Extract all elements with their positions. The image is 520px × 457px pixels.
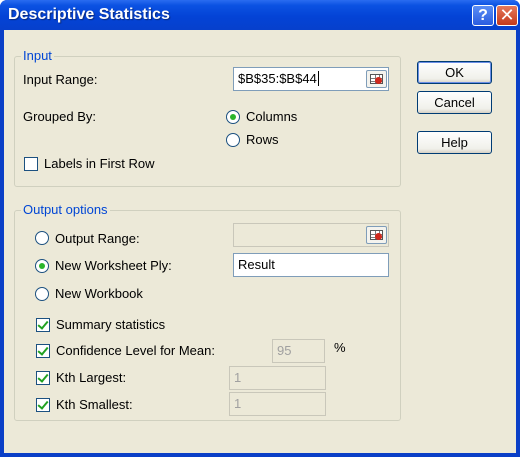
new-worksheet-label[interactable]: New Worksheet Ply: <box>55 258 172 273</box>
help-button[interactable]: Help <box>417 131 492 154</box>
ok-button[interactable]: OK <box>417 61 492 84</box>
confidence-level-checkbox[interactable] <box>36 344 50 358</box>
kth-smallest-checkbox[interactable] <box>36 398 50 412</box>
summary-statistics-label[interactable]: Summary statistics <box>56 317 165 332</box>
dialog-window: Descriptive Statistics ? ✕ Input Input R… <box>0 0 520 457</box>
new-worksheet-radio[interactable] <box>35 259 49 273</box>
kth-smallest-field[interactable]: 1 <box>229 392 326 416</box>
input-range-collapse-button[interactable] <box>366 70 387 88</box>
cancel-button[interactable]: Cancel <box>417 91 492 114</box>
kth-largest-field[interactable]: 1 <box>229 366 326 390</box>
input-range-label: Input Range: <box>23 72 98 87</box>
labels-first-row-label[interactable]: Labels in First Row <box>44 156 155 171</box>
output-range-label[interactable]: Output Range: <box>55 231 140 246</box>
title-bar[interactable]: Descriptive Statistics ? ✕ <box>0 0 520 30</box>
confidence-level-label[interactable]: Confidence Level for Mean: <box>56 343 215 358</box>
percent-label: % <box>334 340 346 355</box>
rows-radio[interactable] <box>226 133 240 147</box>
columns-radio-label[interactable]: Columns <box>246 109 297 124</box>
summary-statistics-checkbox[interactable] <box>36 318 50 332</box>
kth-largest-checkbox[interactable] <box>36 371 50 385</box>
dialog-title: Descriptive Statistics <box>8 6 170 23</box>
confidence-level-field[interactable]: 95 <box>272 339 325 363</box>
input-group-legend: Input <box>21 48 54 63</box>
input-range-value: $B$35:$B$44 <box>238 71 317 86</box>
kth-smallest-label[interactable]: Kth Smallest: <box>56 397 133 412</box>
grouped-by-label: Grouped By: <box>23 109 96 124</box>
new-workbook-radio[interactable] <box>35 287 49 301</box>
new-workbook-label[interactable]: New Workbook <box>55 286 143 301</box>
input-group: Input Input Range: $B$35:$B$44 Grouped B… <box>14 48 401 187</box>
columns-radio[interactable] <box>226 110 240 124</box>
rows-radio-label[interactable]: Rows <box>246 132 279 147</box>
kth-largest-label[interactable]: Kth Largest: <box>56 370 126 385</box>
labels-first-row-checkbox[interactable] <box>24 157 38 171</box>
output-options-group: Output options Output Range: New Workshe… <box>14 202 401 421</box>
close-icon[interactable]: ✕ <box>496 5 518 26</box>
cell-ref-arrow-icon <box>375 77 382 84</box>
help-icon[interactable]: ? <box>472 5 494 26</box>
output-options-legend: Output options <box>21 202 110 217</box>
cell-ref-arrow-icon <box>375 233 382 240</box>
output-range-collapse-button[interactable] <box>366 226 387 244</box>
output-range-radio[interactable] <box>35 231 49 245</box>
dialog-client-area: Input Input Range: $B$35:$B$44 Grouped B… <box>4 30 516 453</box>
new-worksheet-field[interactable]: Result <box>233 253 389 277</box>
